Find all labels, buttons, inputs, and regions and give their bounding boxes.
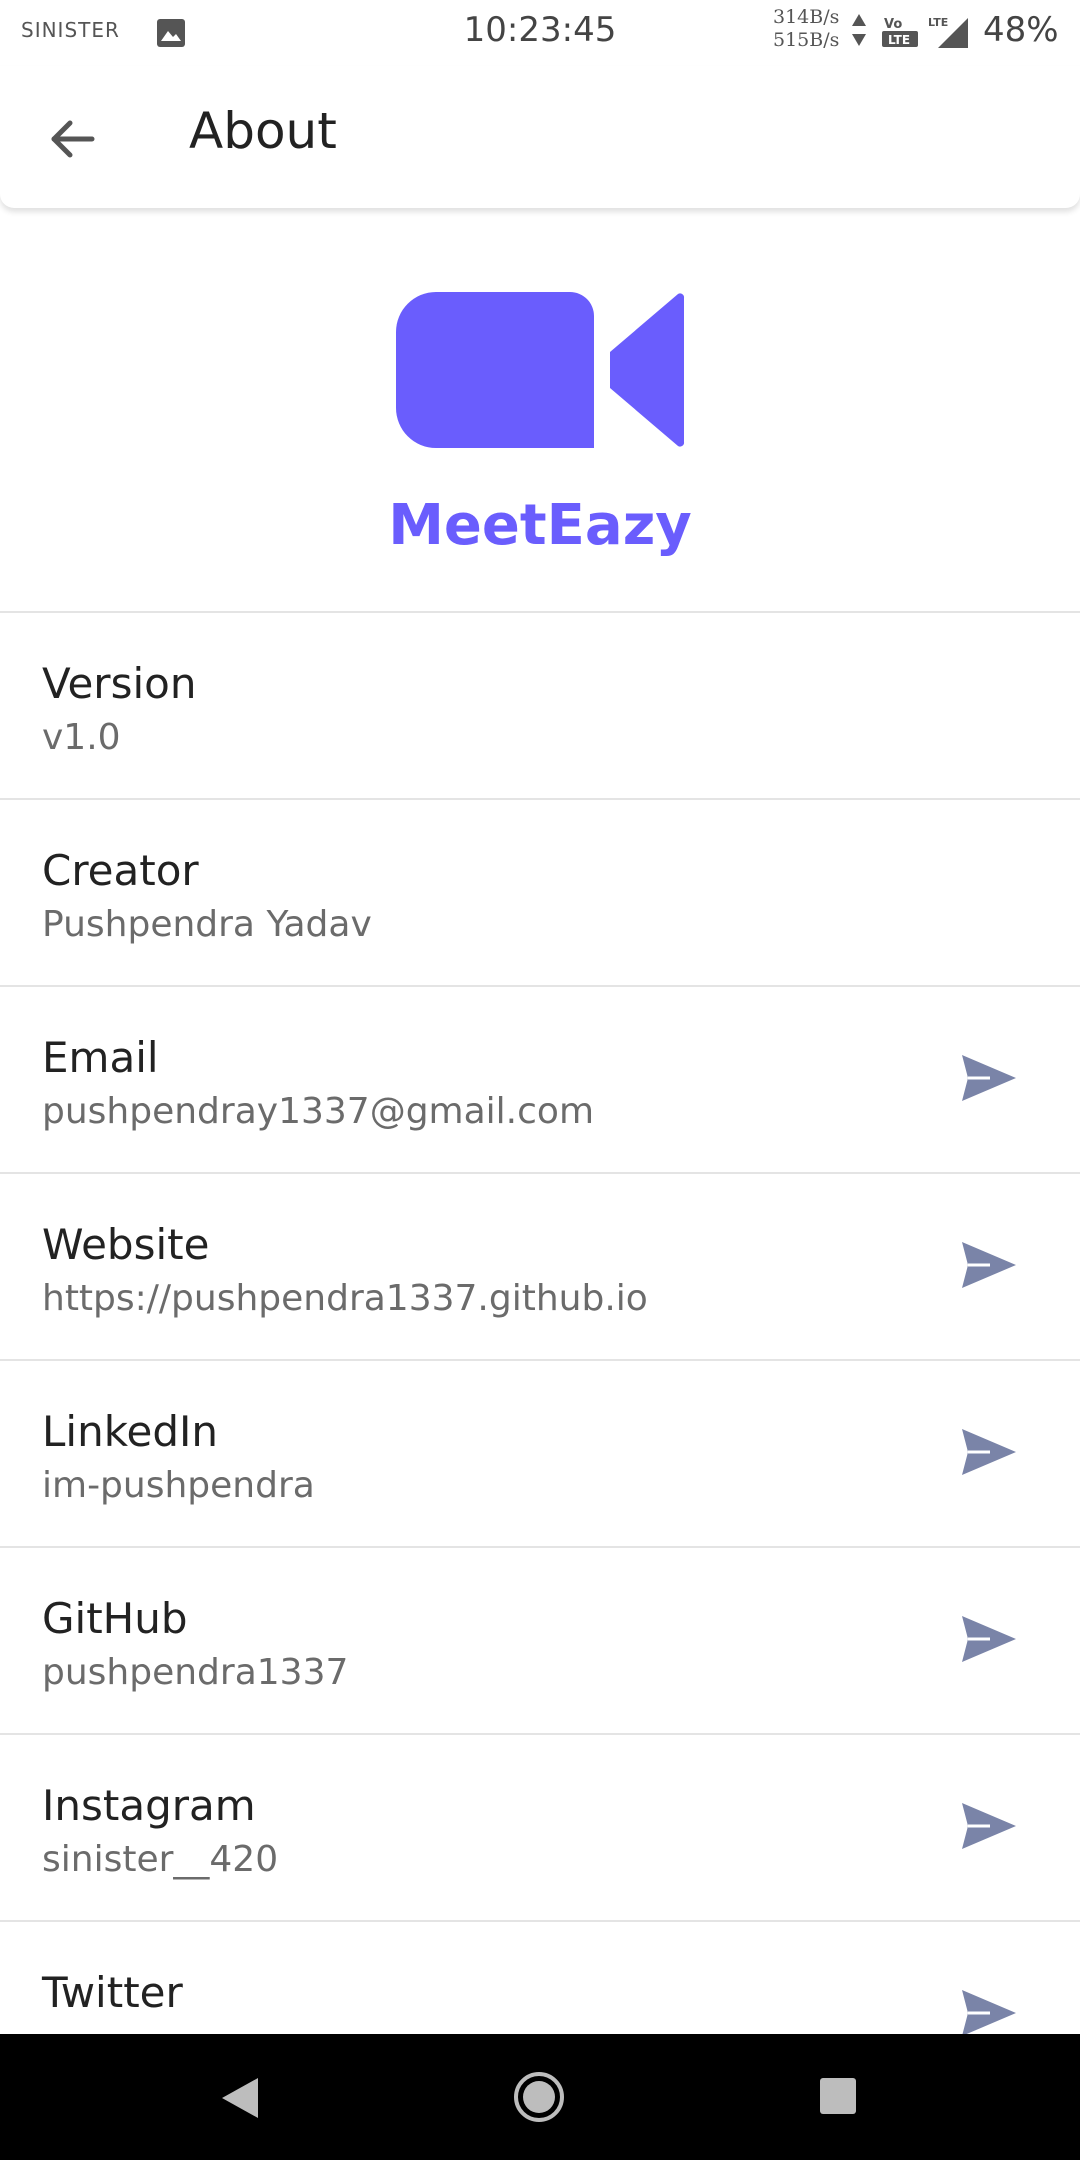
send-icon[interactable] (960, 1240, 1018, 1290)
list-item-version: Version v1.0 (0, 611, 1080, 798)
item-title: Instagram (42, 1781, 256, 1830)
send-icon[interactable] (960, 1427, 1018, 1477)
app-bar: About (0, 66, 1080, 208)
nav-back-icon[interactable] (216, 2074, 264, 2122)
download-speed: 515B/s (773, 29, 840, 51)
item-title: LinkedIn (42, 1407, 219, 1456)
nav-home-icon[interactable] (512, 2070, 566, 2124)
item-value: pushpendra1337 (42, 1652, 349, 1693)
list-item-github[interactable]: GitHub pushpendra1337 (0, 1546, 1080, 1733)
upload-speed: 314B/s (773, 6, 840, 28)
item-value: v1.0 (42, 717, 121, 758)
item-title: Email (42, 1033, 159, 1082)
list-item-email[interactable]: Email pushpendray1337@gmail.com (0, 985, 1080, 1172)
network-speed: 314B/s 515B/s (773, 6, 839, 52)
item-value: https://pushpendra1337.github.io (42, 1278, 648, 1319)
item-title: Twitter (42, 1968, 183, 2017)
page-title: About (189, 102, 337, 160)
battery-percent: 48% (983, 10, 1059, 50)
item-title: Creator (42, 846, 199, 895)
item-value: pushpendray1337@gmail.com (42, 1091, 595, 1132)
send-icon[interactable] (960, 1988, 1018, 2038)
arrow-back-icon[interactable] (40, 106, 106, 172)
list-item-creator: Creator Pushpendra Yadav (0, 798, 1080, 985)
item-value: sinister__420 (42, 1839, 279, 1880)
app-name: MeetEazy (388, 493, 692, 558)
svg-text:LTE: LTE (928, 16, 948, 29)
list-item-instagram[interactable]: Instagram sinister__420 (0, 1733, 1080, 1920)
volte-icon: Vo LTE (882, 17, 918, 47)
list-item-linkedin[interactable]: LinkedIn im-pushpendra (0, 1359, 1080, 1546)
svg-text:LTE: LTE (888, 33, 910, 47)
app-hero: MeetEazy (0, 208, 1080, 611)
item-title: Website (42, 1220, 210, 1269)
system-nav-bar (0, 2034, 1080, 2160)
item-title: GitHub (42, 1594, 188, 1643)
send-icon[interactable] (960, 1614, 1018, 1664)
list-item-website[interactable]: Website https://pushpendra1337.github.io (0, 1172, 1080, 1359)
signal-icon: LTE (928, 16, 968, 48)
send-icon[interactable] (960, 1801, 1018, 1851)
data-activity-icon (852, 14, 866, 46)
item-value: im-pushpendra (42, 1465, 315, 1506)
about-list: Version v1.0 Creator Pushpendra Yadav Em… (0, 611, 1080, 2107)
status-bar: SINISTER 10:23:45 314B/s 515B/s Vo LTE L… (0, 0, 1080, 66)
nav-recents-icon[interactable] (818, 2076, 858, 2116)
send-icon[interactable] (960, 1053, 1018, 1103)
svg-text:Vo: Vo (884, 17, 902, 32)
video-camera-icon (396, 292, 685, 448)
item-value: Pushpendra Yadav (42, 904, 372, 945)
item-title: Version (42, 659, 197, 708)
